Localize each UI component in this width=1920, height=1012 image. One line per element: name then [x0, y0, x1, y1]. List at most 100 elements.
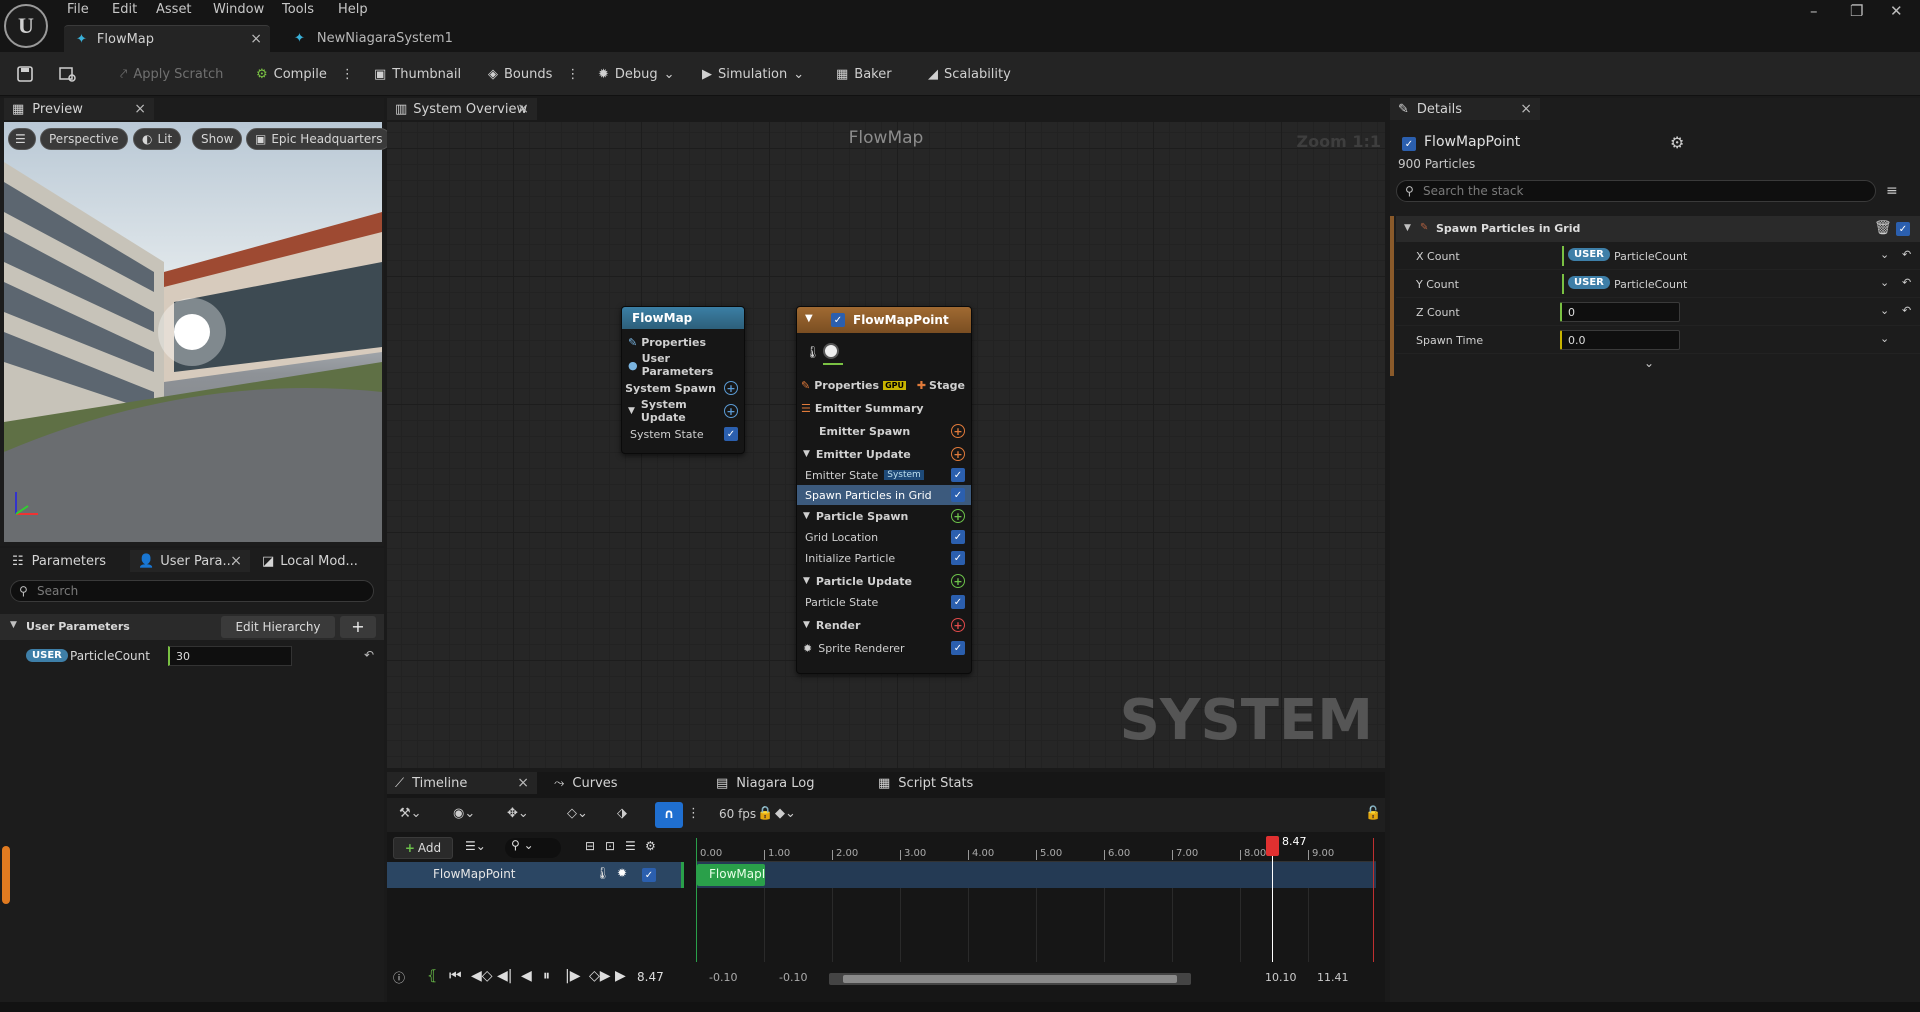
stage-button[interactable]: Stage: [929, 379, 965, 392]
tab-timeline[interactable]: ⟋ Timeline ×: [387, 772, 537, 794]
expand-all-icon[interactable]: ⊡: [605, 839, 615, 853]
scrollbar-thumb[interactable]: [843, 975, 1177, 983]
emitter-node-header[interactable]: ▼ ✓ FlowMapPoint: [797, 307, 971, 333]
pause-icon[interactable]: ⏸: [543, 968, 550, 984]
next-key-icon[interactable]: ◇▶: [589, 968, 611, 984]
close-icon[interactable]: ×: [230, 553, 242, 569]
reset-icon[interactable]: ↶: [1902, 276, 1911, 289]
emitter-enable-checkbox[interactable]: ✓: [831, 313, 845, 327]
wrench-icon[interactable]: ⚒⌄: [399, 806, 422, 821]
track-search-input[interactable]: ⚲ ⌄: [505, 838, 561, 858]
filter-icon[interactable]: ≡: [1886, 183, 1898, 199]
eye-icon[interactable]: ◉⌄: [453, 806, 475, 821]
more-icon[interactable]: ⋮: [566, 67, 579, 82]
close-icon[interactable]: ×: [517, 101, 529, 117]
chevron-down-icon[interactable]: ⌄: [1880, 304, 1889, 317]
close-icon[interactable]: ×: [250, 31, 262, 47]
reset-icon[interactable]: ↶: [1902, 248, 1911, 261]
add-module-icon[interactable]: +: [724, 404, 738, 418]
row-value[interactable]: ParticleCount: [1614, 250, 1687, 263]
expand-arrow-icon[interactable]: ▼: [10, 620, 17, 630]
settings-gear-icon[interactable]: ⚙: [645, 839, 656, 853]
add-module-icon[interactable]: +: [951, 574, 965, 588]
add-module-icon[interactable]: +: [951, 447, 965, 461]
step-back-icon[interactable]: ◀|: [497, 968, 512, 984]
browse-icon[interactable]: [58, 62, 78, 86]
spawn-particles-in-grid-section[interactable]: ▼ ✎ Spawn Particles in Grid 🗑 ✓: [1396, 216, 1920, 242]
particle-spawn-row[interactable]: ▼ Particle Spawn +: [797, 505, 971, 527]
add-track-button[interactable]: + Add: [393, 837, 453, 859]
thumbnail-button[interactable]: ▣ Thumbnail: [374, 62, 461, 86]
scalability-button[interactable]: ◢ Scalability: [928, 62, 1011, 86]
add-module-icon[interactable]: +: [724, 381, 738, 395]
baker-button[interactable]: ▦ Baker: [836, 62, 892, 86]
auto-key-icon[interactable]: ⬗: [617, 806, 627, 821]
playback-range-start[interactable]: -0.10: [779, 971, 807, 984]
y-count-row[interactable]: Y Count USER ParticleCount ⌄ ↶: [1396, 270, 1920, 298]
system-node[interactable]: FlowMap ✎ Properties ● User Parameters Sys…: [621, 306, 745, 454]
emitter-state-row[interactable]: Emitter State System ✓: [797, 465, 971, 485]
collapse-arrow-icon[interactable]: ▼: [803, 576, 810, 586]
fps-selector[interactable]: 60 fps: [719, 807, 756, 821]
emitter-section-bar[interactable]: FlowMapI: [697, 864, 765, 886]
layers-icon[interactable]: ◆⌄: [775, 806, 796, 821]
parameters-search-input[interactable]: ⚲ Search: [10, 580, 374, 602]
stack-search-input[interactable]: ⚲ Search the stack: [1396, 180, 1876, 202]
skip-to-start-icon[interactable]: ⏮: [449, 968, 462, 984]
close-icon[interactable]: ×: [517, 775, 529, 791]
tab-script-stats[interactable]: ▦ Script Stats: [870, 772, 1030, 794]
collapse-all-icon[interactable]: ⊟: [585, 839, 595, 853]
lock-icon[interactable]: 🔒: [757, 806, 773, 821]
collapse-arrow-icon[interactable]: ▼: [1404, 223, 1411, 233]
spawn-particles-in-grid-row[interactable]: Spawn Particles in Grid ✓: [797, 485, 971, 505]
track-lane[interactable]: [696, 862, 1376, 888]
resize-handle[interactable]: [2, 846, 10, 904]
sprite-renderer-row[interactable]: ✹ Sprite Renderer ✓: [797, 637, 971, 659]
z-count-row[interactable]: Z Count 0 ⌄ ↶: [1396, 298, 1920, 326]
collapse-arrow-icon[interactable]: ▼: [803, 620, 810, 630]
environment-button[interactable]: ▣ Epic Headquarters: [246, 128, 392, 150]
transform-icon[interactable]: ✥⌄: [507, 806, 529, 821]
add-module-icon[interactable]: +: [951, 618, 965, 632]
checkbox[interactable]: ✓: [951, 551, 965, 565]
play-icon[interactable]: ▶: [615, 968, 626, 984]
system-state-row[interactable]: System State ✓: [622, 423, 744, 445]
chevron-down-icon[interactable]: ⌄: [1880, 276, 1889, 289]
system-properties-row[interactable]: ✎ Properties: [622, 331, 744, 353]
current-time[interactable]: 8.47: [637, 970, 664, 984]
x-count-row[interactable]: X Count USER ParticleCount ⌄ ↶: [1396, 242, 1920, 270]
render-row[interactable]: ▼ Render +: [797, 614, 971, 636]
play-reverse-icon[interactable]: ◀: [521, 968, 532, 984]
preview-viewport[interactable]: [4, 122, 382, 542]
tab-local-modules[interactable]: ◪ Local Mod...: [254, 550, 378, 572]
previous-key-icon[interactable]: ◀◇: [471, 968, 493, 984]
more-icon[interactable]: ⋮: [687, 806, 700, 821]
list-view-icon[interactable]: ☰: [625, 839, 636, 853]
row-value[interactable]: ParticleCount: [1614, 278, 1687, 291]
spawn-time-input[interactable]: 0.0: [1560, 330, 1680, 350]
checkbox[interactable]: ✓: [951, 530, 965, 544]
viewport-options-button[interactable]: ☰: [8, 128, 36, 150]
collapse-arrow-icon[interactable]: ▼: [803, 511, 810, 521]
emitter-properties-row[interactable]: ✎ Properties GPU ✚ Stage: [797, 374, 971, 396]
close-window-icon[interactable]: ✕: [1890, 2, 1903, 20]
particle-state-row[interactable]: Particle State ✓: [797, 592, 971, 612]
menu-help[interactable]: Help: [338, 2, 368, 20]
minimize-icon[interactable]: –: [1810, 2, 1818, 20]
emitter-node[interactable]: ▼ ✓ FlowMapPoint 🌡 ✎ Properties GPU ✚ Stage …: [796, 306, 972, 674]
checkbox[interactable]: ✓: [951, 641, 965, 655]
system-update-row[interactable]: ▼ System Update +: [622, 398, 744, 424]
checkbox[interactable]: ✓: [951, 468, 965, 482]
perspective-button[interactable]: Perspective: [40, 128, 128, 150]
material-swatch[interactable]: [823, 343, 839, 359]
loop-start-icon[interactable]: ⦃: [427, 968, 437, 984]
info-icon[interactable]: ⓘ: [393, 969, 405, 986]
grid-location-row[interactable]: Grid Location ✓: [797, 527, 971, 547]
playback-range-end[interactable]: 10.10: [1265, 971, 1297, 984]
restore-icon[interactable]: ❐: [1850, 2, 1863, 20]
menu-window[interactable]: Window: [213, 2, 264, 20]
emitter-spawn-row[interactable]: Emitter Spawn +: [797, 420, 971, 442]
more-icon[interactable]: ⋮: [341, 67, 354, 82]
add-module-icon[interactable]: +: [951, 424, 965, 438]
debug-button[interactable]: ✹ Debug ⌄: [598, 62, 675, 86]
